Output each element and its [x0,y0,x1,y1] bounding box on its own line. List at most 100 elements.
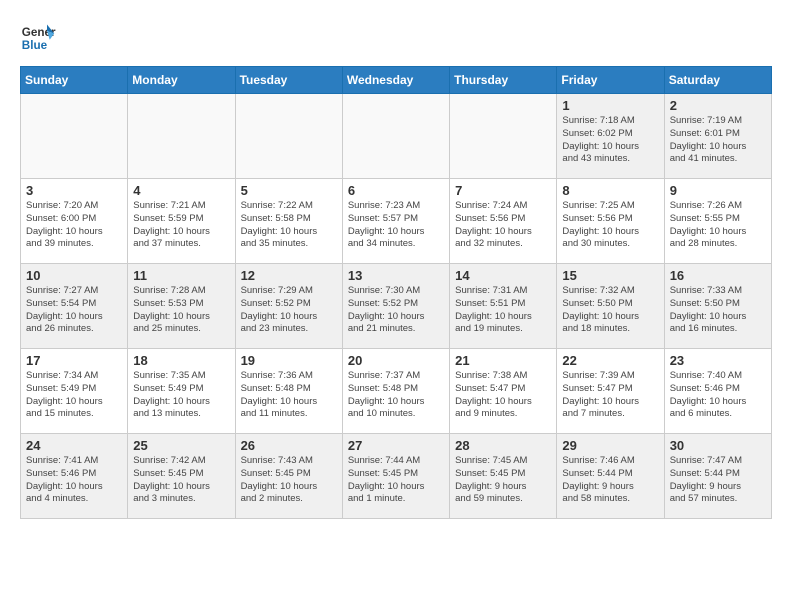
page-header: General Blue [20,20,772,56]
day-number: 23 [670,353,766,368]
calendar-cell [235,94,342,179]
calendar-cell: 29Sunrise: 7:46 AM Sunset: 5:44 PM Dayli… [557,434,664,519]
calendar-cell: 6 Sunrise: 7:23 AM Sunset: 5:57 PM Daylig… [342,179,449,264]
day-number: 25 [133,438,229,453]
day-number: 4 [133,183,229,198]
day-info: Sunrise: 7:41 AM Sunset: 5:46 PM Dayligh… [26,455,122,506]
day-info: Sunrise: 7:45 AM Sunset: 5:45 PM Dayligh… [455,455,551,506]
weekday-header-saturday: Saturday [664,67,771,94]
calendar-table: SundayMondayTuesdayWednesdayThursdayFrid… [20,66,772,519]
day-number: 7 [455,183,551,198]
calendar-week-2: 3 Sunrise: 7:20 AM Sunset: 6:00 PM Daylig… [21,179,772,264]
day-number: 2 [670,98,766,113]
day-number: 12 [241,268,337,283]
calendar-cell: 18Sunrise: 7:35 AM Sunset: 5:49 PM Dayli… [128,349,235,434]
day-info: Sunrise: 7:40 AM Sunset: 5:46 PM Dayligh… [670,370,766,421]
day-number: 1 [562,98,658,113]
day-info: Sunrise: 7:46 AM Sunset: 5:44 PM Dayligh… [562,455,658,506]
day-info: Sunrise: 7:35 AM Sunset: 5:49 PM Dayligh… [133,370,229,421]
day-number: 6 [348,183,444,198]
day-number: 30 [670,438,766,453]
day-info: Sunrise: 7:39 AM Sunset: 5:47 PM Dayligh… [562,370,658,421]
calendar-cell: 9 Sunrise: 7:26 AM Sunset: 5:55 PM Daylig… [664,179,771,264]
calendar-week-4: 17 Sunrise: 7:34 AM Sunset: 5:49 PM Dayli… [21,349,772,434]
day-number: 3 [26,183,122,198]
day-number: 17 [26,353,122,368]
calendar-cell [128,94,235,179]
day-info: Sunrise: 7:29 AM Sunset: 5:52 PM Dayligh… [241,285,337,336]
day-number: 11 [133,268,229,283]
day-info: Sunrise: 7:33 AM Sunset: 5:50 PM Dayligh… [670,285,766,336]
weekday-header-tuesday: Tuesday [235,67,342,94]
day-number: 24 [26,438,122,453]
day-info: Sunrise: 7:20 AM Sunset: 6:00 PM Dayligh… [26,200,122,251]
day-number: 19 [241,353,337,368]
day-info: Sunrise: 7:38 AM Sunset: 5:47 PM Dayligh… [455,370,551,421]
day-info: Sunrise: 7:27 AM Sunset: 5:54 PM Dayligh… [26,285,122,336]
calendar-cell: 8Sunrise: 7:25 AM Sunset: 5:56 PM Daylig… [557,179,664,264]
calendar-week-1: 1 Sunrise: 7:18 AM Sunset: 6:02 PM Daylig… [21,94,772,179]
day-number: 26 [241,438,337,453]
day-number: 20 [348,353,444,368]
weekday-header-wednesday: Wednesday [342,67,449,94]
calendar-cell: 1 Sunrise: 7:18 AM Sunset: 6:02 PM Daylig… [557,94,664,179]
weekday-header-thursday: Thursday [450,67,557,94]
calendar-cell: 20 Sunrise: 7:37 AM Sunset: 5:48 PM Dayli… [342,349,449,434]
day-info: Sunrise: 7:22 AM Sunset: 5:58 PM Dayligh… [241,200,337,251]
calendar-cell: 24 Sunrise: 7:41 AM Sunset: 5:46 PM Dayli… [21,434,128,519]
day-number: 8 [562,183,658,198]
calendar-cell: 4 Sunrise: 7:21 AM Sunset: 5:59 PM Daylig… [128,179,235,264]
calendar-cell: 3 Sunrise: 7:20 AM Sunset: 6:00 PM Daylig… [21,179,128,264]
day-number: 22 [562,353,658,368]
day-info: Sunrise: 7:34 AM Sunset: 5:49 PM Dayligh… [26,370,122,421]
day-info: Sunrise: 7:36 AM Sunset: 5:48 PM Dayligh… [241,370,337,421]
calendar-cell: 13Sunrise: 7:30 AM Sunset: 5:52 PM Dayli… [342,264,449,349]
calendar-cell: 2 Sunrise: 7:19 AM Sunset: 6:01 PM Daylig… [664,94,771,179]
day-info: Sunrise: 7:44 AM Sunset: 5:45 PM Dayligh… [348,455,444,506]
day-info: Sunrise: 7:23 AM Sunset: 5:57 PM Dayligh… [348,200,444,251]
calendar-cell [450,94,557,179]
logo-icon: General Blue [20,20,56,56]
calendar-cell: 14 Sunrise: 7:31 AM Sunset: 5:51 PM Dayli… [450,264,557,349]
day-info: Sunrise: 7:32 AM Sunset: 5:50 PM Dayligh… [562,285,658,336]
day-info: Sunrise: 7:24 AM Sunset: 5:56 PM Dayligh… [455,200,551,251]
day-info: Sunrise: 7:43 AM Sunset: 5:45 PM Dayligh… [241,455,337,506]
day-info: Sunrise: 7:47 AM Sunset: 5:44 PM Dayligh… [670,455,766,506]
calendar-cell [342,94,449,179]
svg-text:Blue: Blue [22,39,48,52]
day-info: Sunrise: 7:26 AM Sunset: 5:55 PM Dayligh… [670,200,766,251]
day-number: 10 [26,268,122,283]
day-number: 9 [670,183,766,198]
day-number: 28 [455,438,551,453]
calendar-cell: 11 Sunrise: 7:28 AM Sunset: 5:53 PM Dayli… [128,264,235,349]
calendar-cell: 28 Sunrise: 7:45 AM Sunset: 5:45 PM Dayli… [450,434,557,519]
day-info: Sunrise: 7:18 AM Sunset: 6:02 PM Dayligh… [562,115,658,166]
calendar-cell: 22 Sunrise: 7:39 AM Sunset: 5:47 PM Dayli… [557,349,664,434]
day-info: Sunrise: 7:19 AM Sunset: 6:01 PM Dayligh… [670,115,766,166]
day-number: 5 [241,183,337,198]
weekday-header-row: SundayMondayTuesdayWednesdayThursdayFrid… [21,67,772,94]
day-number: 16 [670,268,766,283]
day-number: 13 [348,268,444,283]
calendar-cell: 21 Sunrise: 7:38 AM Sunset: 5:47 PM Dayli… [450,349,557,434]
weekday-header-monday: Monday [128,67,235,94]
day-info: Sunrise: 7:21 AM Sunset: 5:59 PM Dayligh… [133,200,229,251]
calendar-cell: 25 Sunrise: 7:42 AM Sunset: 5:45 PM Dayli… [128,434,235,519]
calendar-cell: 12 Sunrise: 7:29 AM Sunset: 5:52 PM Dayli… [235,264,342,349]
day-info: Sunrise: 7:37 AM Sunset: 5:48 PM Dayligh… [348,370,444,421]
weekday-header-friday: Friday [557,67,664,94]
day-info: Sunrise: 7:28 AM Sunset: 5:53 PM Dayligh… [133,285,229,336]
day-info: Sunrise: 7:42 AM Sunset: 5:45 PM Dayligh… [133,455,229,506]
calendar-cell: 10 Sunrise: 7:27 AM Sunset: 5:54 PM Dayli… [21,264,128,349]
calendar-cell: 17 Sunrise: 7:34 AM Sunset: 5:49 PM Dayli… [21,349,128,434]
day-info: Sunrise: 7:31 AM Sunset: 5:51 PM Dayligh… [455,285,551,336]
calendar-cell: 15Sunrise: 7:32 AM Sunset: 5:50 PM Dayli… [557,264,664,349]
day-number: 14 [455,268,551,283]
day-number: 21 [455,353,551,368]
calendar-week-5: 24 Sunrise: 7:41 AM Sunset: 5:46 PM Dayli… [21,434,772,519]
calendar-cell: 5 Sunrise: 7:22 AM Sunset: 5:58 PM Daylig… [235,179,342,264]
calendar-week-3: 10 Sunrise: 7:27 AM Sunset: 5:54 PM Dayli… [21,264,772,349]
calendar-cell: 19 Sunrise: 7:36 AM Sunset: 5:48 PM Dayli… [235,349,342,434]
calendar-cell: 23 Sunrise: 7:40 AM Sunset: 5:46 PM Dayli… [664,349,771,434]
weekday-header-sunday: Sunday [21,67,128,94]
